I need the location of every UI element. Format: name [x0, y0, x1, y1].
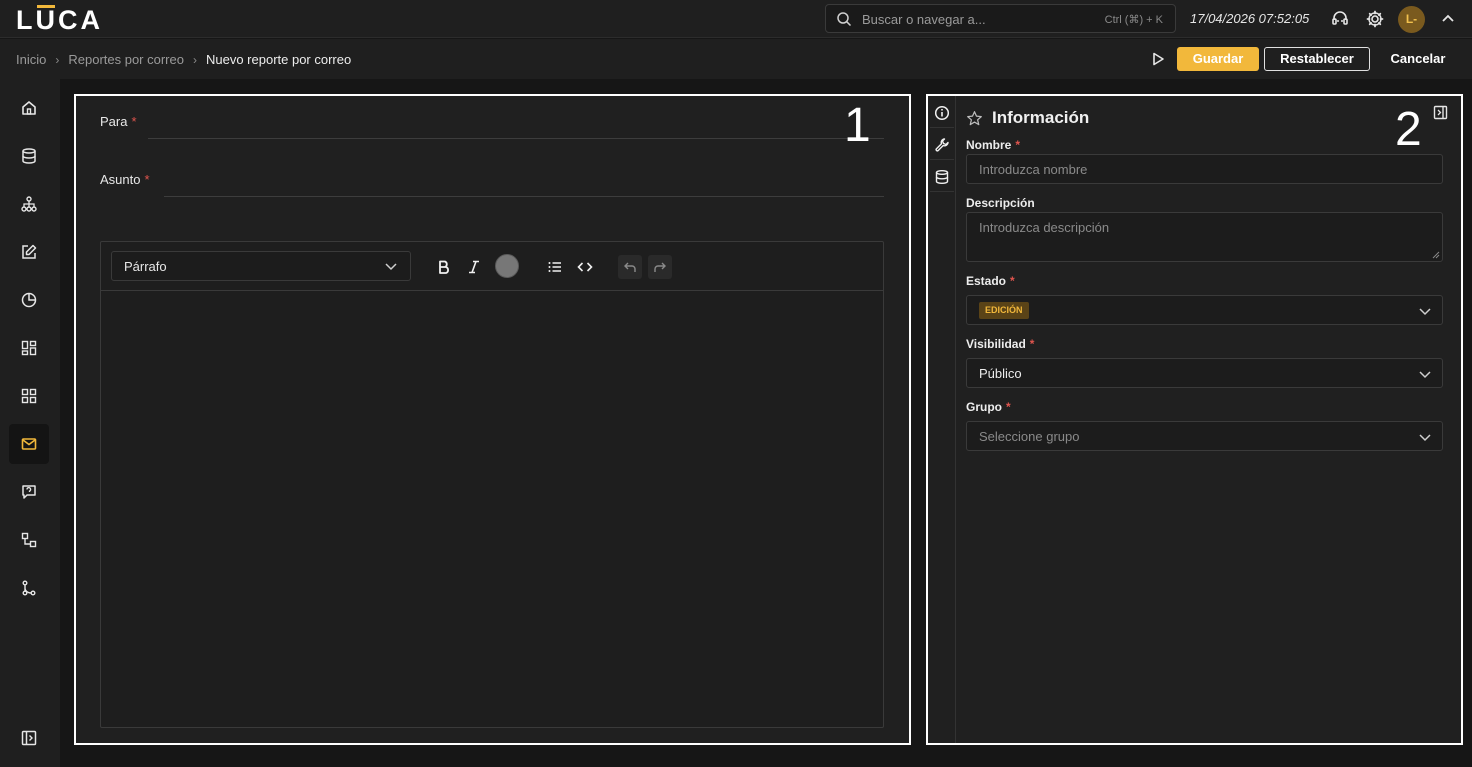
dashboard-icon: [21, 340, 37, 356]
info-panel-tabs: [928, 96, 956, 743]
grid-icon: [21, 388, 37, 404]
bullet-list-button[interactable]: [543, 255, 567, 279]
reset-button[interactable]: Restablecer: [1264, 47, 1370, 71]
undo-icon: [624, 262, 636, 272]
sidebar-item-mail-reports[interactable]: [9, 424, 49, 464]
app-logo[interactable]: LUCA: [16, 5, 103, 36]
annotation-number-2: 2: [1395, 103, 1422, 156]
chat-icon: [22, 485, 36, 499]
search-icon: [837, 12, 852, 27]
paragraph-format-select[interactable]: Párrafo: [111, 251, 411, 281]
code-icon: [577, 262, 593, 272]
save-button[interactable]: Guardar: [1177, 47, 1259, 71]
sidebar-item-data[interactable]: [9, 136, 49, 176]
redo-button[interactable]: [648, 255, 672, 279]
settings-gear-icon[interactable]: [1365, 9, 1385, 29]
search-placeholder: Buscar o navegar a...: [862, 12, 986, 27]
chevron-down-icon: [385, 263, 397, 271]
breadcrumb: Inicio › Reportes por correo › Nuevo rep…: [16, 52, 351, 67]
database-icon: [22, 148, 36, 164]
visibility-label: Visibilidad *: [966, 337, 1035, 351]
italic-button[interactable]: [462, 255, 486, 279]
database-icon: [935, 169, 949, 184]
mail-icon: [21, 438, 37, 450]
breadcrumb-item-reportes[interactable]: Reportes por correo: [68, 52, 184, 67]
hierarchy-icon: [21, 196, 37, 212]
chevron-down-icon: [1419, 371, 1431, 379]
search-shortcut: Ctrl (⌘) + K: [1104, 14, 1163, 26]
list-icon: [548, 262, 561, 272]
subject-input[interactable]: [164, 196, 884, 197]
cancel-button[interactable]: Cancelar: [1378, 47, 1458, 71]
to-label: Para *: [100, 114, 137, 129]
chevron-down-icon: [1419, 308, 1431, 316]
breadcrumb-item-inicio[interactable]: Inicio: [16, 52, 46, 67]
breadcrumb-bar: Inicio › Reportes por correo › Nuevo rep…: [0, 39, 1472, 79]
tab-settings[interactable]: [930, 130, 954, 160]
sidebar: [0, 79, 60, 767]
search-input[interactable]: Buscar o navegar a... Ctrl (⌘) + K: [825, 4, 1176, 33]
sidebar-expand-button[interactable]: [9, 718, 49, 758]
home-icon: [22, 101, 36, 115]
sidebar-item-flows[interactable]: [9, 520, 49, 560]
sidebar-item-models[interactable]: [9, 184, 49, 224]
star-icon[interactable]: [966, 110, 983, 127]
chevron-down-icon: [1419, 434, 1431, 442]
editor-toolbar: Párrafo: [101, 242, 883, 291]
sidebar-item-dashboards[interactable]: [9, 328, 49, 368]
subject-label: Asunto *: [100, 172, 150, 187]
description-textarea[interactable]: Introduzca descripción: [966, 212, 1443, 262]
sidebar-item-apps[interactable]: [9, 376, 49, 416]
to-input[interactable]: [148, 138, 884, 139]
editor-content-area[interactable]: [101, 292, 883, 727]
redo-icon: [654, 262, 666, 272]
datetime: 17/04/2026 07:52:05: [1190, 11, 1310, 26]
chevron-up-icon[interactable]: [1440, 11, 1456, 27]
sidebar-item-analytics[interactable]: [9, 280, 49, 320]
sidebar-item-chat[interactable]: [9, 472, 49, 512]
branch-icon: [22, 580, 36, 596]
pie-chart-icon: [21, 292, 37, 308]
status-badge: EDICIÓN: [979, 302, 1029, 319]
info-icon: [934, 105, 950, 120]
play-icon[interactable]: [1150, 51, 1166, 67]
code-button[interactable]: [573, 255, 597, 279]
support-icon[interactable]: [1330, 9, 1350, 29]
top-bar: LUCA Buscar o navegar a... Ctrl (⌘) + K …: [0, 0, 1472, 38]
bold-icon: [439, 260, 449, 274]
panel-title: Información: [992, 108, 1090, 127]
info-panel: Información 2 Nombre * Introduzca nombre …: [926, 94, 1463, 745]
breadcrumb-current: Nuevo reporte por correo: [205, 52, 352, 67]
email-editor-panel: Para * Asunto * 1 Párrafo: [74, 94, 911, 745]
sidebar-item-branches[interactable]: [9, 568, 49, 608]
flow-icon: [21, 532, 37, 548]
sidebar-item-home[interactable]: [9, 88, 49, 128]
edit-icon: [22, 244, 37, 259]
rich-text-editor: Párrafo: [100, 241, 884, 728]
chevron-right-icon: ›: [55, 52, 60, 67]
wrench-icon: [935, 137, 949, 152]
italic-icon: [469, 260, 479, 274]
tab-information[interactable]: [930, 98, 954, 128]
name-label: Nombre *: [966, 138, 1021, 152]
annotation-number-1: 1: [844, 99, 871, 152]
state-label: Estado *: [966, 274, 1015, 288]
bold-button[interactable]: [432, 255, 456, 279]
description-label: Descripción: [966, 196, 1035, 210]
group-select[interactable]: Seleccione grupo: [966, 421, 1443, 451]
tab-data[interactable]: [930, 162, 954, 192]
visibility-select[interactable]: Público: [966, 358, 1443, 388]
user-avatar[interactable]: L-: [1398, 6, 1425, 33]
collapse-panel-icon[interactable]: [1433, 105, 1448, 120]
chevron-right-icon: ›: [192, 52, 197, 67]
resize-handle-icon[interactable]: [1432, 251, 1440, 259]
state-select[interactable]: EDICIÓN: [966, 295, 1443, 325]
text-color-picker[interactable]: [495, 254, 519, 278]
group-label: Grupo *: [966, 400, 1011, 414]
undo-button[interactable]: [618, 255, 642, 279]
expand-sidebar-icon: [21, 730, 37, 746]
name-input[interactable]: Introduzca nombre: [966, 154, 1443, 184]
sidebar-item-editor[interactable]: [9, 232, 49, 272]
